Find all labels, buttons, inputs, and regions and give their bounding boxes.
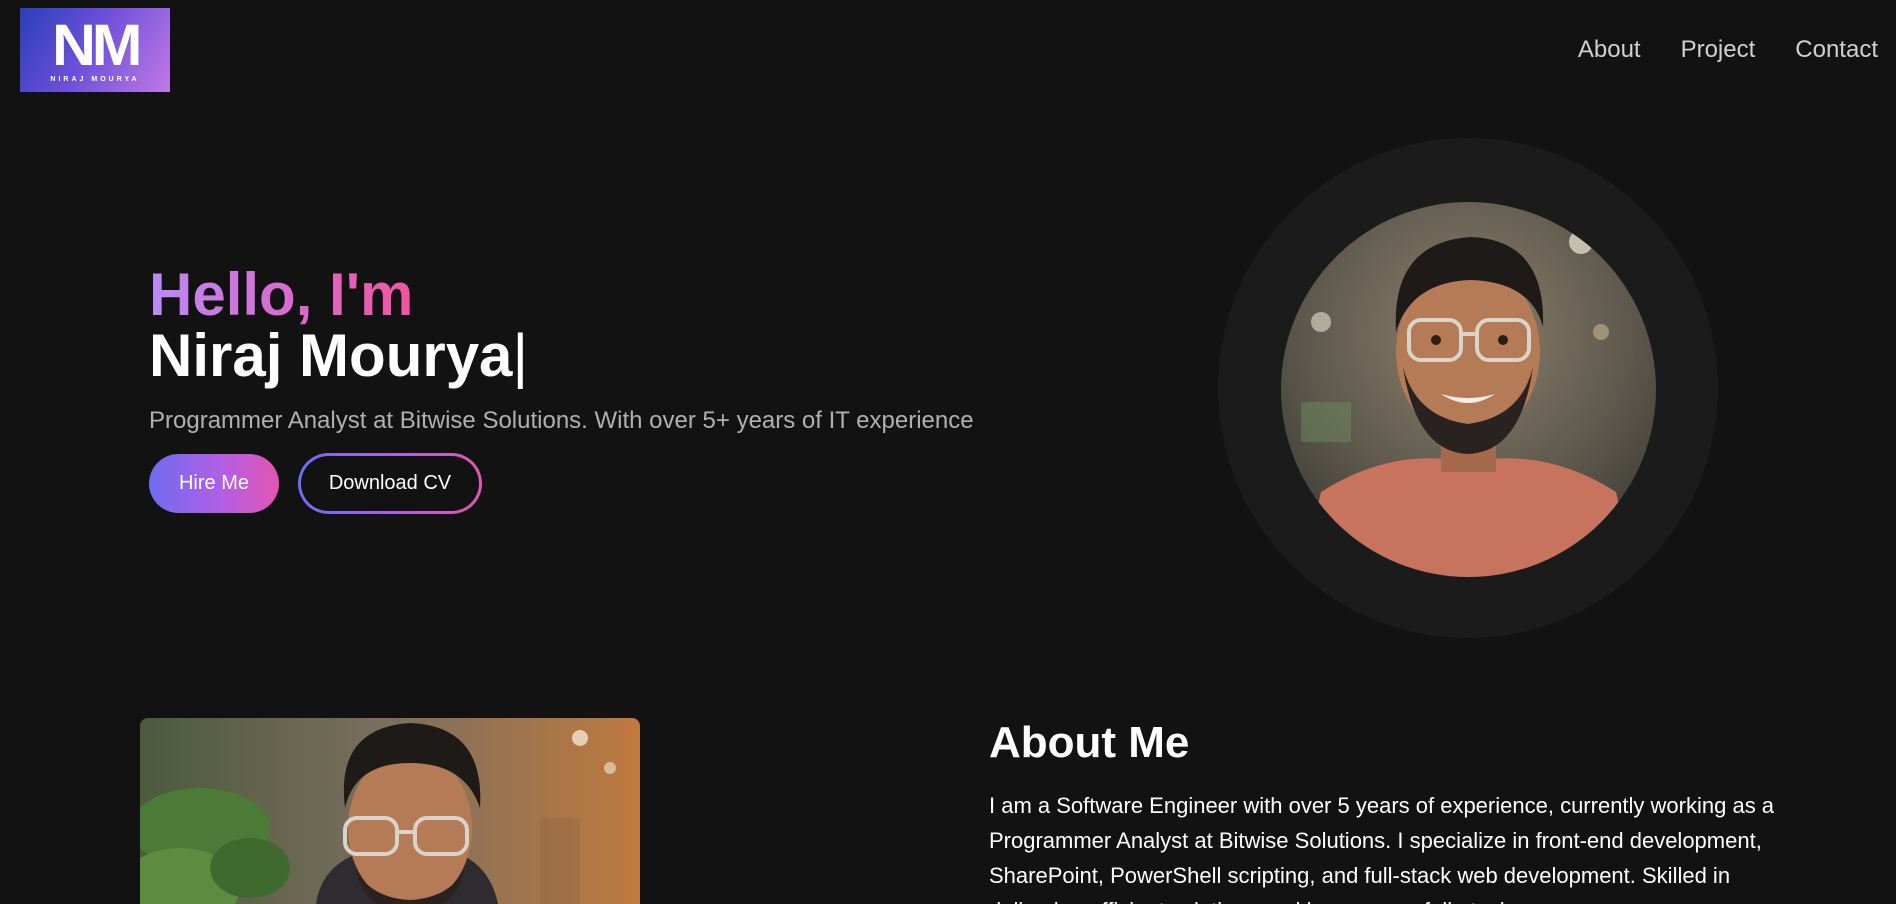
hero-subtitle: Programmer Analyst at Bitwise Solutions.… [149,407,974,434]
download-cv-button[interactable]: Download CV [301,456,479,511]
hero-name-line: Niraj Mourya| [149,323,528,389]
about-text: I am a Software Engineer with over 5 yea… [989,793,1775,904]
profile-photo-image [1281,202,1656,577]
portfolio-page: NM NIRAJ MOURYA About Project Contact He… [0,0,1896,904]
nav-link-about[interactable]: About [1578,36,1641,64]
nav-link-contact[interactable]: Contact [1795,36,1878,64]
about-photo-image [140,718,640,904]
hire-me-button[interactable]: Hire Me [149,454,279,513]
typing-cursor: | [512,322,529,389]
logo[interactable]: NM NIRAJ MOURYA [20,8,170,92]
hero-name: Niraj Mourya [149,322,513,389]
about-photo [140,718,640,904]
download-cv-button-border[interactable]: Download CV [298,453,482,514]
about-title: About Me [989,718,1190,767]
hero-greeting: Hello, I'm [149,261,414,328]
top-nav: About Project Contact [1578,36,1878,64]
profile-photo [1281,202,1656,577]
nav-link-project[interactable]: Project [1681,36,1756,64]
logo-mark: NM [51,12,143,78]
